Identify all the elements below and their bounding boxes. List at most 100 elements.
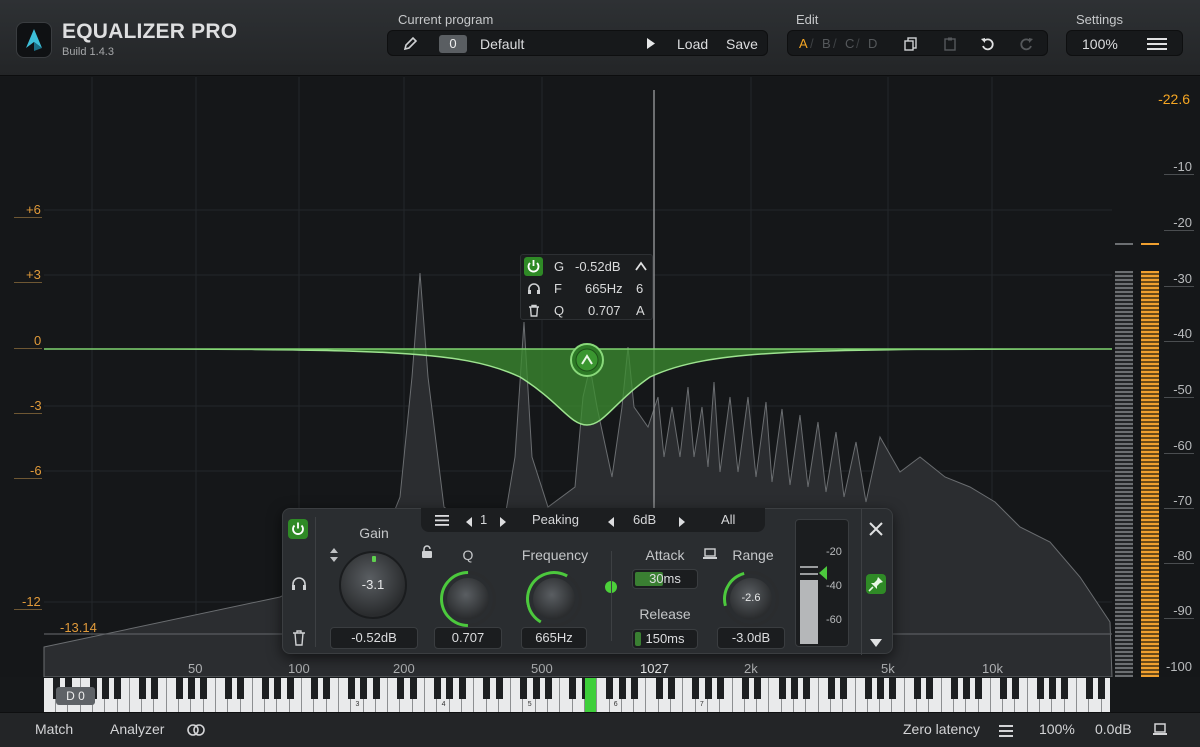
low-level-value: -13.14 xyxy=(60,620,97,635)
piano-white-key[interactable] xyxy=(118,678,130,712)
gain-knob[interactable]: -3.1 xyxy=(339,551,407,619)
piano-white-key[interactable] xyxy=(807,678,819,712)
monitor-icon[interactable] xyxy=(1153,723,1167,739)
piano-white-key[interactable] xyxy=(241,678,253,712)
dynamic-meter: -20 -40 -60 xyxy=(795,519,849,647)
undo-icon[interactable] xyxy=(980,36,996,57)
menu-icon[interactable] xyxy=(1147,37,1167,56)
slot-d[interactable]: D xyxy=(868,36,877,51)
q-value-box[interactable]: 0.707 xyxy=(434,627,502,649)
close-icon[interactable] xyxy=(868,521,884,542)
slope-value[interactable]: 6dB xyxy=(633,512,656,527)
piano-white-key[interactable] xyxy=(462,678,475,712)
attack-value[interactable]: 30ms xyxy=(632,569,698,589)
program-label: Current program xyxy=(398,12,494,27)
trash-icon[interactable] xyxy=(528,304,540,320)
piano-white-key[interactable] xyxy=(844,678,856,712)
range-value-box[interactable]: -3.0dB xyxy=(717,627,785,649)
gain-value-box[interactable]: -0.52dB xyxy=(330,627,418,649)
mix-value[interactable]: 100% xyxy=(1039,721,1075,737)
piano-white-key[interactable] xyxy=(155,678,167,712)
paste-icon[interactable] xyxy=(942,36,958,57)
program-number[interactable]: 0 xyxy=(439,35,467,53)
piano-white-key[interactable] xyxy=(671,678,684,712)
piano-white-key[interactable] xyxy=(979,678,991,712)
footer-menu-icon[interactable] xyxy=(999,724,1013,740)
q-label: Q xyxy=(554,303,565,318)
frequency-knob[interactable] xyxy=(533,578,575,620)
range-knob[interactable]: -2.6 xyxy=(730,578,772,620)
save-button[interactable]: Save xyxy=(726,36,758,52)
piano-white-key[interactable] xyxy=(413,678,425,712)
octave-label: 5 xyxy=(527,701,532,708)
band-list-icon[interactable] xyxy=(435,514,449,529)
power-icon[interactable] xyxy=(524,257,543,276)
gain-scale-arrows-icon[interactable] xyxy=(329,547,339,568)
release-value[interactable]: 150ms xyxy=(632,629,698,649)
level-label: -90 xyxy=(1173,603,1192,618)
gain-value[interactable]: -0.52dB xyxy=(575,259,621,274)
attack-label: Attack xyxy=(645,547,685,563)
analyzer-button[interactable]: Analyzer xyxy=(110,721,164,737)
delete-band-icon[interactable] xyxy=(289,628,309,648)
next-band-icon[interactable] xyxy=(499,515,507,530)
piano-white-key[interactable] xyxy=(634,678,647,712)
dynamic-meter-fill xyxy=(800,580,818,644)
piano-white-key[interactable] xyxy=(499,678,512,712)
piano-white-key[interactable] xyxy=(1102,678,1110,712)
freq-label: 200 xyxy=(393,661,415,676)
piano-white-key[interactable] xyxy=(204,678,216,712)
prev-band-icon[interactable] xyxy=(465,515,473,530)
redo-icon[interactable] xyxy=(1018,36,1034,57)
latency-select[interactable]: Zero latency xyxy=(903,721,980,737)
slope-value[interactable]: 6 xyxy=(636,281,643,296)
collapse-icon[interactable] xyxy=(870,635,882,653)
filter-shape-icon[interactable] xyxy=(634,260,648,275)
freq-value[interactable]: 665Hz xyxy=(585,281,623,296)
headphones-icon[interactable] xyxy=(527,282,541,298)
piano-white-key[interactable] xyxy=(290,678,302,712)
frequency-value-box[interactable]: 665Hz xyxy=(521,627,587,649)
piano-white-key[interactable] xyxy=(585,678,598,712)
slope-up-icon[interactable] xyxy=(678,515,686,530)
sidechain-icon[interactable] xyxy=(703,547,717,565)
gain-label: G xyxy=(554,259,565,274)
copy-icon[interactable] xyxy=(903,36,919,57)
program-name[interactable]: Default xyxy=(480,36,524,52)
match-button[interactable]: Match xyxy=(35,721,73,737)
q-knob[interactable] xyxy=(447,578,489,620)
piano-white-key[interactable] xyxy=(757,678,770,712)
piano-white-key[interactable] xyxy=(893,678,905,712)
output-meter-left xyxy=(1115,271,1133,677)
lock-icon[interactable] xyxy=(421,545,433,564)
level-label: -60 xyxy=(1173,438,1192,453)
slot-a[interactable]: A xyxy=(799,36,808,51)
piano-white-key[interactable] xyxy=(1016,678,1028,712)
pencil-icon[interactable] xyxy=(402,36,418,57)
load-button[interactable]: Load xyxy=(677,36,708,52)
level-label: -10 xyxy=(1173,159,1192,174)
piano-white-key[interactable] xyxy=(1065,678,1077,712)
solo-headphones-icon[interactable] xyxy=(289,574,309,594)
piano-white-key[interactable] xyxy=(721,678,733,712)
channel-select[interactable]: All xyxy=(721,512,735,527)
output-gain-value[interactable]: 0.0dB xyxy=(1095,721,1132,737)
top-bar: EQUALIZER PRO Build 1.4.3 Current progra… xyxy=(0,0,1200,76)
slot-b[interactable]: B xyxy=(822,36,831,51)
zoom-select[interactable]: 100% xyxy=(1082,36,1118,52)
piano-white-key[interactable] xyxy=(327,678,339,712)
db-label: +6 xyxy=(26,202,41,217)
pin-icon[interactable] xyxy=(866,574,886,594)
slot-c[interactable]: C xyxy=(845,36,854,51)
channel-value[interactable]: A xyxy=(636,303,645,318)
q-value[interactable]: 0.707 xyxy=(588,303,621,318)
piano-white-key[interactable] xyxy=(548,678,561,712)
stereo-link-icon[interactable] xyxy=(187,723,205,739)
play-icon[interactable] xyxy=(646,37,656,55)
filter-type[interactable]: Peaking xyxy=(532,512,579,527)
piano-white-key[interactable] xyxy=(376,678,389,712)
band-power-button[interactable] xyxy=(288,519,308,539)
piano-keyboard[interactable]: 3 4 5 6 7 xyxy=(44,678,1110,712)
slope-down-icon[interactable] xyxy=(607,515,615,530)
piano-white-key[interactable] xyxy=(930,678,942,712)
